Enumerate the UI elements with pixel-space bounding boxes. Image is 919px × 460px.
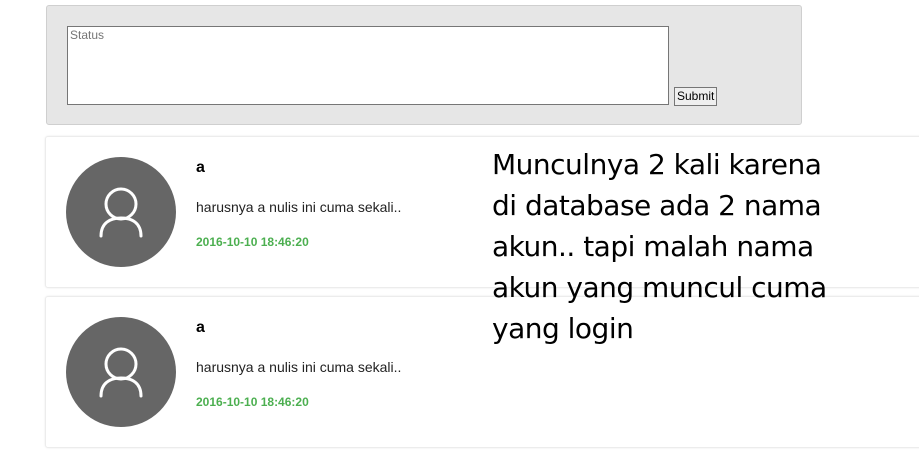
submit-button[interactable]: Submit (674, 87, 718, 106)
status-input[interactable] (67, 26, 669, 105)
status-form: Submit (46, 5, 802, 125)
post-author: a (196, 159, 205, 176)
user-avatar-icon (99, 187, 143, 238)
post-timestamp: 2016-10-10 18:46:20 (196, 395, 309, 409)
user-avatar-icon (99, 347, 143, 398)
avatar (66, 157, 176, 267)
post-author: a (196, 319, 205, 336)
post-body: harusnya a nulis ini cuma sekali.. (196, 359, 402, 375)
avatar (66, 317, 176, 427)
post-timestamp: 2016-10-10 18:46:20 (196, 235, 309, 249)
annotation-text: Munculnya 2 kali karena di database ada … (492, 148, 827, 345)
post-body: harusnya a nulis ini cuma sekali.. (196, 199, 402, 215)
